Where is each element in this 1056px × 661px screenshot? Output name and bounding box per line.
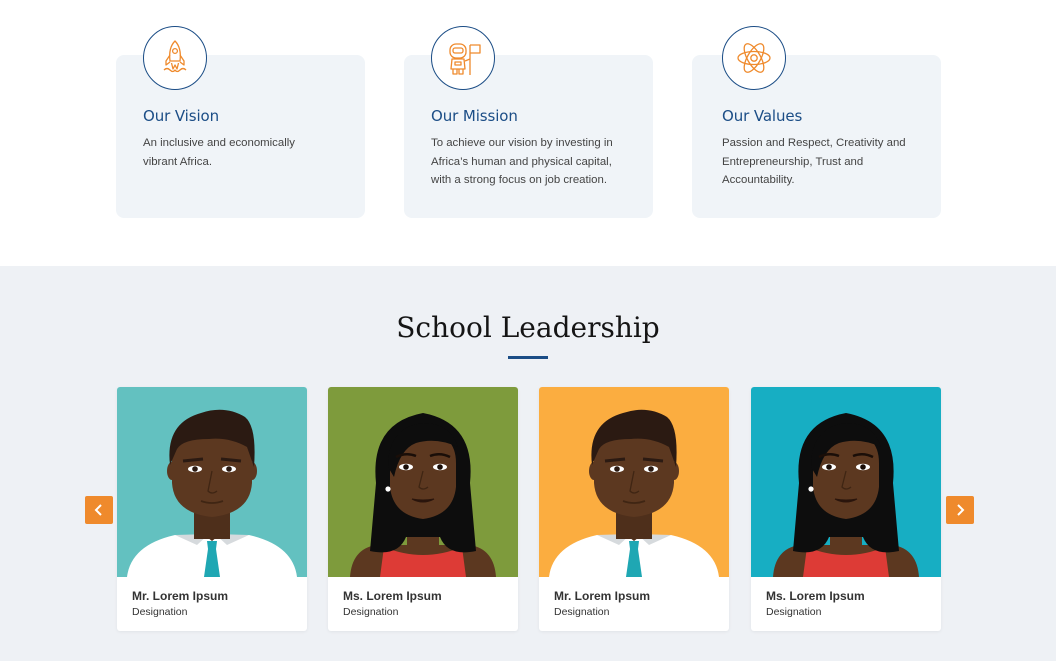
leader-designation: Designation (132, 606, 188, 618)
vision-text: An inclusive and economically vibrant Af… (143, 137, 295, 168)
vision-title: Our Vision (143, 107, 220, 125)
leader-designation: Designation (343, 606, 399, 618)
male-avatar (539, 387, 729, 577)
leader-name: Ms. Lorem Ipsum (766, 589, 865, 603)
leadership-section: School Leadership Mr. Lorem Ipsum Design… (0, 266, 1056, 661)
astronaut-flag-icon (431, 26, 495, 90)
carousel-next-button[interactable] (946, 496, 974, 524)
leader-card[interactable]: Mr. Lorem Ipsum Designation (539, 387, 729, 631)
chevron-right-icon (957, 504, 965, 516)
values-text: Passion and Respect, Creativity and Entr… (722, 137, 906, 186)
leader-card[interactable]: Ms. Lorem Ipsum Designation (751, 387, 941, 631)
leader-card[interactable]: Mr. Lorem Ipsum Designation (117, 387, 307, 631)
section-title: School Leadership (396, 311, 660, 344)
atom-icon (722, 26, 786, 90)
values-card: Our Values Passion and Respect, Creativi… (692, 26, 941, 218)
female-avatar (328, 387, 518, 577)
leader-name: Ms. Lorem Ipsum (343, 589, 442, 603)
values-section: Our Vision An inclusive and economically… (0, 0, 1056, 266)
title-underline (508, 356, 548, 359)
leader-designation: Designation (554, 606, 610, 618)
rocket-icon (143, 26, 207, 90)
mission-text: To achieve our vision by investing in Af… (431, 137, 613, 186)
chevron-left-icon (94, 504, 102, 516)
leader-name: Mr. Lorem Ipsum (132, 589, 229, 603)
vision-card: Our Vision An inclusive and economically… (116, 26, 365, 218)
leader-name: Mr. Lorem Ipsum (554, 589, 651, 603)
mission-title: Our Mission (431, 107, 518, 125)
leader-designation: Designation (766, 606, 822, 618)
carousel-prev-button[interactable] (85, 496, 113, 524)
values-title: Our Values (722, 107, 803, 125)
leader-card[interactable]: Ms. Lorem Ipsum Designation (328, 387, 518, 631)
male-avatar (117, 387, 307, 577)
mission-card: Our Mission To achieve our vision by inv… (404, 26, 653, 218)
female-avatar (751, 387, 941, 577)
